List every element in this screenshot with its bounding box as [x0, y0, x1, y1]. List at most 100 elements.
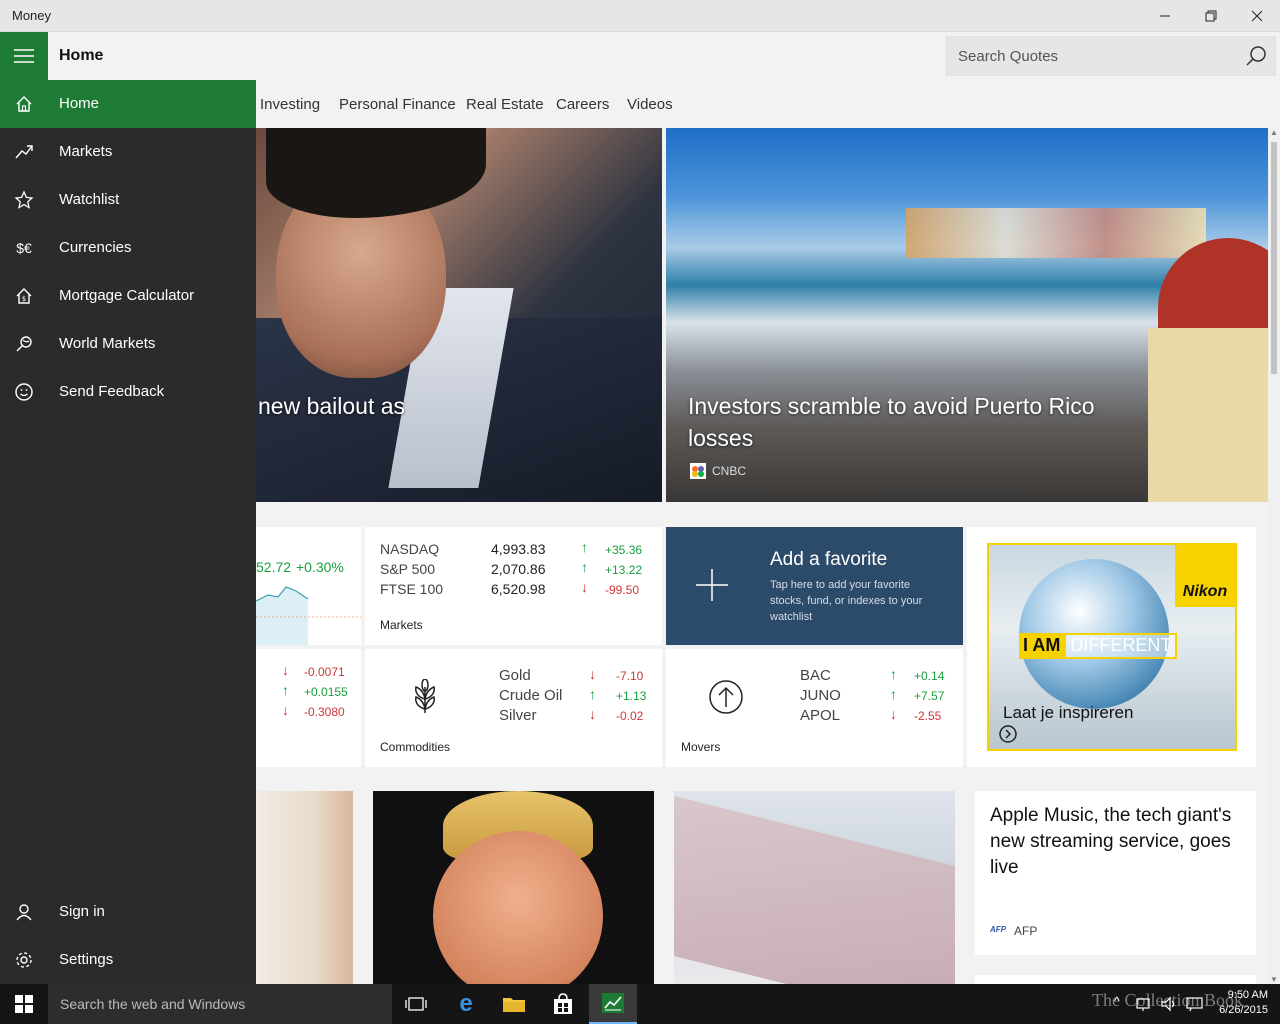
nav-label-world-markets: World Markets [59, 335, 156, 352]
commodities-card[interactable]: Gold Crude Oil Silver ↓ ↑ ↓ -7.10 +1.13 … [365, 649, 662, 767]
action-center-icon[interactable] [1186, 996, 1204, 1012]
gear-icon [16, 952, 32, 968]
main-content: new bailout as Investors scramble to avo… [256, 128, 1268, 984]
markets-value-0: 4,993.83 [491, 541, 546, 557]
restore-button[interactable] [1188, 0, 1234, 32]
hamburger-button[interactable] [0, 32, 48, 80]
task-view-button[interactable] [392, 984, 440, 1024]
currency-change-0: -0.0071 [304, 665, 345, 679]
nav-label-watchlist: Watchlist [59, 191, 120, 208]
chevron-right-icon[interactable] [999, 725, 1017, 743]
hero-left-caption: new bailout as [258, 393, 406, 419]
arrow-up-icon: ↑ [589, 686, 596, 702]
nav-label-mortgage-calculator: Mortgage Calculator [59, 287, 195, 304]
hero-right-source: CNBC [712, 464, 747, 478]
money-app-button[interactable] [589, 984, 637, 1024]
index-sparkline [256, 586, 361, 645]
markets-change-0: +35.36 [605, 543, 643, 557]
index-change: +0.30% [296, 559, 344, 575]
window-title: Money [12, 8, 52, 23]
news-article-trump[interactable] [373, 791, 654, 984]
star-icon [14, 190, 34, 209]
nav-item-world-markets[interactable]: World Markets [0, 320, 256, 368]
currencies-card[interactable]: ↓ ↑ ↓ -0.0071 +0.0155 -0.3080 [256, 649, 361, 767]
ad-banner[interactable]: Nikon I AM DIFFERENT Laat je inspireren [987, 543, 1237, 751]
currency-change-2: -0.3080 [304, 705, 345, 719]
markets-label: Markets [380, 618, 423, 632]
commodity-name-0: Gold [499, 667, 531, 684]
hamburger-icon [14, 49, 34, 63]
start-button[interactable] [0, 984, 48, 1024]
hero-article-right[interactable]: Investors scramble to avoid Puerto Rico … [666, 128, 1268, 502]
nav-item-sign-in[interactable]: Sign in [0, 888, 256, 936]
news-article-image[interactable] [256, 791, 353, 984]
news-article-apple-music[interactable]: Apple Music, the tech giant's new stream… [975, 791, 1256, 955]
tab-videos[interactable]: Videos [627, 96, 673, 113]
edge-icon: e [459, 990, 473, 1017]
nav-item-send-feedback[interactable]: Send Feedback [0, 368, 256, 416]
commodity-change-0: -7.10 [616, 669, 644, 683]
taskbar-search[interactable]: Search the web and Windows [48, 984, 392, 1024]
plus-icon [696, 569, 728, 601]
store-button[interactable] [539, 984, 587, 1024]
nav-item-watchlist[interactable]: Watchlist [0, 176, 256, 224]
house-dollar-icon: $ [16, 288, 32, 304]
tab-investing[interactable]: Investing [260, 96, 320, 113]
nav-label-home: Home [59, 95, 100, 112]
favorite-title: Add a favorite [770, 549, 888, 570]
ad-tagline: I AM DIFFERENT [1019, 633, 1178, 659]
close-button[interactable] [1234, 0, 1280, 32]
markets-name-2: FTSE 100 [380, 581, 444, 597]
tab-personal-finance[interactable]: Personal Finance [339, 96, 456, 113]
person-icon [16, 904, 32, 921]
news-article-next[interactable] [975, 975, 1256, 984]
news-headline: Apple Music, the tech giant's new stream… [990, 805, 1232, 878]
movers-label: Movers [681, 740, 721, 754]
movers-card[interactable]: BAC JUNO APOL ↑ ↑ ↓ +0.14 +7.57 -2.55 Mo… [666, 649, 963, 767]
search-placeholder: Search Quotes [958, 48, 1059, 65]
wheat-icon [415, 679, 435, 713]
hero-image-building [1148, 328, 1268, 502]
volume-icon[interactable] [1160, 996, 1178, 1012]
nav-item-markets[interactable]: Markets [0, 128, 256, 176]
scrollbar[interactable]: ▲ ▼ [1268, 128, 1280, 984]
commodities-label: Commodities [380, 740, 451, 754]
task-view-icon [405, 997, 427, 1011]
arrow-down-icon: ↓ [589, 666, 596, 682]
nav-item-settings[interactable]: Settings [0, 936, 256, 984]
tab-real-estate[interactable]: Real Estate [466, 96, 544, 113]
search-icon[interactable] [1245, 45, 1267, 67]
taskbar-clock[interactable]: 9:50 AM 6/26/2015 [1219, 988, 1268, 1018]
hero-article-left[interactable]: new bailout as [256, 128, 662, 502]
markets-card[interactable]: NASDAQ S&P 500 FTSE 100 4,993.83 2,070.8… [365, 527, 662, 645]
arrow-up-icon: ↑ [282, 682, 289, 698]
windows-logo-icon [15, 995, 33, 1013]
markets-change-1: +13.22 [605, 563, 643, 577]
mover-change-2: -2.55 [914, 709, 942, 723]
nav-item-home[interactable]: Home [0, 80, 256, 128]
taskbar-search-placeholder: Search the web and Windows [60, 996, 246, 1012]
nav-item-currencies[interactable]: $€ Currencies [0, 224, 256, 272]
tab-careers[interactable]: Careers [556, 96, 609, 113]
chevron-up-icon[interactable]: ^ [1114, 994, 1120, 1008]
index-card[interactable]: 52.72 +0.30% [256, 527, 361, 645]
search-input[interactable]: Search Quotes [946, 36, 1276, 76]
nav-item-mortgage-calculator[interactable]: $ Mortgage Calculator [0, 272, 256, 320]
add-favorite-card[interactable]: Add a favorite Tap here to add your favo… [666, 527, 963, 645]
file-explorer-button[interactable] [490, 984, 538, 1024]
arrow-down-icon: ↓ [581, 579, 588, 595]
news-image-wall [674, 795, 955, 984]
nav-label-settings: Settings [59, 951, 114, 968]
scroll-down-icon[interactable]: ▼ [1270, 975, 1278, 984]
scroll-up-icon[interactable]: ▲ [1270, 128, 1278, 137]
network-icon[interactable] [1136, 996, 1154, 1012]
advertisement[interactable]: Nikon I AM DIFFERENT Laat je inspireren [967, 527, 1256, 767]
edge-button[interactable]: e [442, 984, 490, 1024]
mover-change-0: +0.14 [914, 669, 945, 683]
restore-icon [1205, 10, 1217, 22]
news-article-building[interactable] [674, 791, 955, 984]
commodity-name-2: Silver [499, 707, 537, 724]
svg-text:$: $ [22, 295, 26, 303]
minimize-button[interactable] [1142, 0, 1188, 32]
scroll-thumb[interactable] [1271, 142, 1277, 374]
